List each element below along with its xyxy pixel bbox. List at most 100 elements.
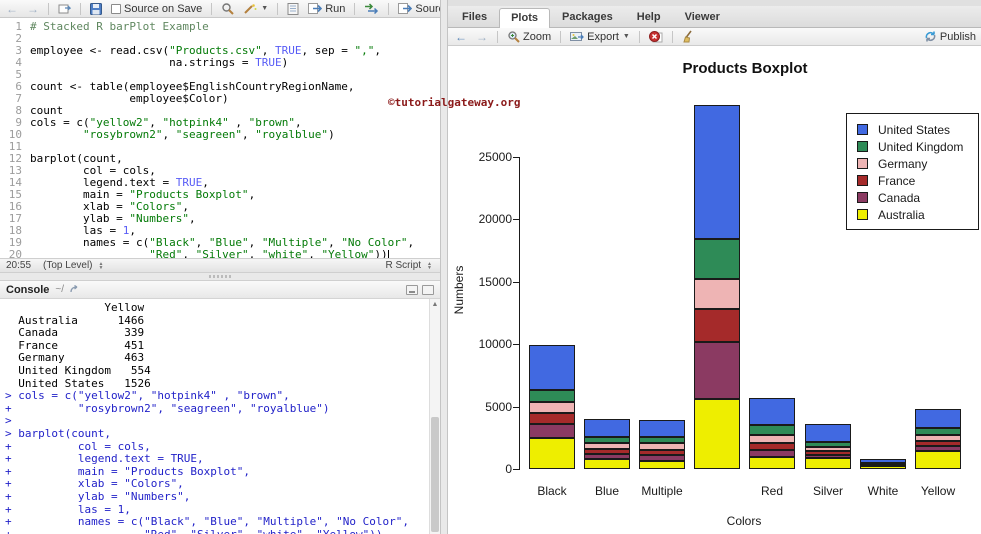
bar-segment (694, 238, 740, 279)
legend-swatch (857, 192, 868, 203)
bar-segment (805, 424, 851, 442)
open-in-new-window-button[interactable] (56, 2, 73, 15)
tab-viewer[interactable]: Viewer (673, 7, 732, 27)
y-tick-label: 20000 (478, 212, 512, 226)
bar-segment (805, 458, 851, 469)
editor-line[interactable]: 20 "Red", "Silver", "white", "Yellow")) (0, 249, 440, 258)
bar-segment (915, 435, 961, 441)
maximize-button[interactable] (422, 284, 434, 295)
console-output[interactable]: Yellow Australia 1466 Canada 339 France … (0, 299, 429, 534)
bar-segment (639, 460, 685, 469)
source-on-save-checkbox[interactable] (111, 3, 121, 14)
source-icon (398, 3, 413, 14)
code-text: "Red", "Silver", "white", "Yellow")) (30, 249, 389, 258)
clear-all-plots-button[interactable] (680, 29, 698, 44)
code-tools-button[interactable]: ▼ (241, 2, 270, 16)
file-type-selector[interactable]: R Script ▲ ▼ (383, 259, 434, 272)
bar-segment (584, 449, 630, 454)
legend-swatch (857, 209, 868, 220)
console-line: Yellow (5, 301, 145, 314)
legend-item: United States (857, 121, 972, 138)
plots-toolbar: ← → Zoom Export ▼ Publish (448, 28, 981, 46)
bar-segment (749, 449, 795, 458)
bar-segment (639, 450, 685, 455)
zoom-button[interactable]: Zoom (505, 29, 553, 44)
bar-segment (639, 419, 685, 438)
run-button[interactable]: Run (306, 2, 347, 16)
publish-label: Publish (939, 30, 976, 43)
legend-item: France (857, 172, 972, 189)
console-line: + "rosybrown2", "seagreen", "royalblue") (5, 401, 330, 415)
search-icon (222, 3, 234, 15)
x-tick-label: Blue (594, 484, 620, 498)
bar-segment (529, 344, 575, 390)
vertical-splitter[interactable] (440, 0, 448, 534)
y-axis-tick (513, 344, 519, 345)
separator (80, 2, 81, 15)
editor-line[interactable]: 7 employee$Color) (0, 93, 440, 105)
find-replace-button[interactable] (219, 1, 236, 16)
save-icon (90, 2, 102, 15)
scroll-up-icon[interactable]: ▲ (430, 299, 440, 311)
export-image-icon (570, 32, 585, 41)
separator (560, 30, 562, 43)
separator (277, 2, 279, 15)
scrollbar-thumb[interactable] (431, 417, 439, 532)
tab-help[interactable]: Help (625, 7, 673, 27)
tab-packages[interactable]: Packages (550, 7, 625, 27)
remove-plot-button[interactable] (647, 30, 665, 44)
source-on-save-label: Source on Save (124, 2, 203, 15)
x-axis-title: Colors (726, 514, 762, 528)
minimize-button[interactable] (406, 284, 418, 295)
console-scrollbar[interactable]: ▲ (429, 299, 440, 534)
editor-line[interactable]: 10 "rosybrown2", "seagreen", "royalblue"… (0, 129, 440, 141)
y-tick-label: 0 (505, 462, 512, 476)
legend-item: Australia (857, 206, 972, 223)
horizontal-splitter[interactable] (0, 273, 440, 281)
editor-line[interactable]: 1 # Stacked R barPlot Example (0, 21, 440, 33)
console-line: Canada 339 (5, 326, 145, 340)
bar-segment (915, 446, 961, 451)
save-button[interactable] (88, 2, 104, 16)
back-icon: ← (455, 29, 467, 44)
console-line: + legend.text = TRUE, (5, 452, 204, 466)
export-button[interactable]: Export ▼ (568, 30, 632, 44)
bar-segment (529, 437, 575, 469)
bar-segment (915, 450, 961, 469)
source-on-save-toggle[interactable]: Source on Save (109, 2, 204, 16)
previous-plot-button[interactable]: ← (453, 31, 469, 43)
y-axis-tick (513, 156, 519, 158)
back-icon: ← (6, 1, 18, 16)
broom-icon (683, 30, 692, 43)
bar-segment (529, 402, 575, 414)
bar-segment (694, 278, 740, 309)
legend-label: Canada (878, 190, 921, 205)
legend-swatch (857, 158, 868, 169)
rerun-button[interactable] (362, 2, 381, 15)
updown-icon: ▲ ▼ (427, 260, 432, 271)
publish-button[interactable]: Publish (924, 30, 976, 43)
goto-directory-icon[interactable] (70, 285, 81, 294)
splitter-grip (209, 275, 231, 278)
console-line: > barplot(count, (5, 426, 111, 440)
tab-files[interactable]: Files (450, 7, 499, 27)
working-directory: ~/ (55, 284, 65, 295)
compile-report-button[interactable] (285, 2, 301, 16)
legend-label: Germany (878, 156, 928, 171)
run-label: Run (325, 2, 346, 15)
y-axis-line (519, 156, 520, 470)
plots-pane: Files Plots Packages Help Viewer ← → Zoo… (448, 0, 981, 534)
legend-item: United Kingdom (857, 138, 972, 155)
back-button[interactable]: ← (4, 3, 20, 15)
scope-selector[interactable]: (Top Level) ▲ ▼ (41, 259, 105, 272)
legend-swatch (857, 141, 868, 152)
editor-code[interactable]: 1 # Stacked R barPlot Example 2 3 employee <… (0, 18, 440, 258)
chart-legend: United States United Kingdom Germany France… (846, 113, 979, 230)
editor-line[interactable]: 4 na.strings = TRUE) (0, 57, 440, 69)
next-plot-button[interactable]: → (474, 31, 490, 43)
bar-segment (749, 434, 795, 444)
forward-button[interactable]: → (25, 3, 41, 15)
editor-status-bar: 20:55 (Top Level) ▲ ▼ R Script ▲ ▼ (0, 258, 440, 273)
code-text: "rosybrown2", "seagreen", "royalblue") (82, 128, 335, 141)
tab-plots[interactable]: Plots (499, 8, 550, 28)
